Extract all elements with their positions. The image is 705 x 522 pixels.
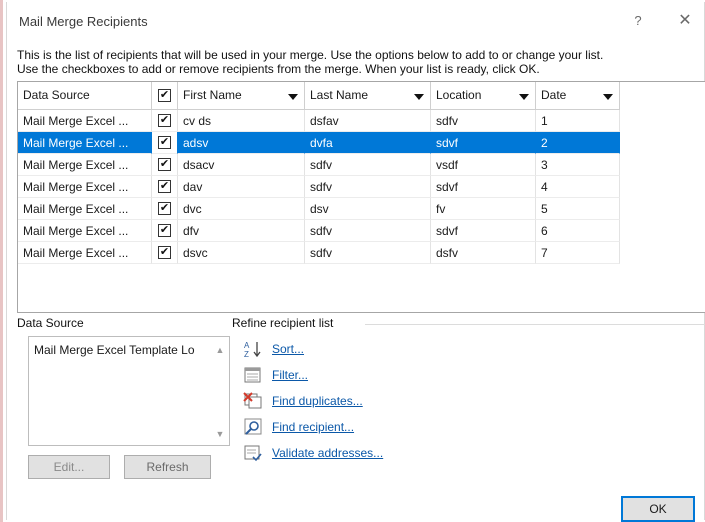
row-location: dsfv — [431, 242, 536, 264]
column-header-location[interactable]: Location — [431, 82, 536, 110]
title-bar: Mail Merge Recipients ? ✕ — [7, 2, 704, 42]
sort-az-icon: A Z — [244, 341, 261, 358]
find-duplicates-icon — [243, 392, 262, 409]
table-row[interactable]: Mail Merge Excel ... ✔ dsvc sdfv dsfv 7 — [18, 242, 620, 264]
scroll-up-icon[interactable]: ▲ — [215, 345, 225, 355]
row-checkbox[interactable]: ✔ — [158, 246, 171, 259]
select-all-checkbox[interactable]: ✔ — [158, 89, 171, 102]
validate-addresses-link[interactable]: Validate addresses... — [272, 446, 383, 460]
sort-link[interactable]: Sort... — [272, 342, 304, 356]
instructions-line-2: Use the checkboxes to add or remove reci… — [17, 62, 540, 76]
find-recipient-icon — [244, 418, 262, 435]
row-last-name: sdfv — [305, 242, 431, 264]
window-edge — [0, 0, 3, 522]
row-last-name: sdfv — [305, 154, 431, 176]
column-header-first-name[interactable]: First Name — [178, 82, 305, 110]
row-last-name: sdfv — [305, 176, 431, 198]
row-date: 5 — [536, 198, 620, 220]
row-checkbox[interactable]: ✔ — [158, 136, 171, 149]
column-header-data-source[interactable]: Data Source — [18, 82, 152, 110]
row-date: 3 — [536, 154, 620, 176]
refine-divider — [365, 324, 705, 325]
instructions-line-1: This is the list of recipients that will… — [17, 48, 604, 62]
scroll-down-icon[interactable]: ▼ — [215, 429, 225, 439]
data-source-label: Data Source — [17, 316, 88, 330]
row-location: sdfv — [431, 110, 536, 132]
recipients-table[interactable]: Data Source ✔ First Name Last Name Locat… — [17, 81, 705, 313]
close-button[interactable]: ✕ — [676, 12, 694, 30]
filter-icon — [244, 367, 261, 383]
table-row[interactable]: Mail Merge Excel ... ✔ dav sdfv sdvf 4 — [18, 176, 620, 198]
edit-button[interactable]: Edit... — [28, 455, 110, 479]
row-last-name: sdfv — [305, 220, 431, 242]
row-location: fv — [431, 198, 536, 220]
row-checkbox[interactable]: ✔ — [158, 158, 171, 171]
row-location: sdvf — [431, 132, 536, 154]
row-checkbox[interactable]: ✔ — [158, 224, 171, 237]
row-first-name: dvc — [178, 198, 305, 220]
row-data-source: Mail Merge Excel ... — [18, 220, 152, 242]
row-date: 7 — [536, 242, 620, 264]
row-date: 4 — [536, 176, 620, 198]
row-data-source: Mail Merge Excel ... — [18, 154, 152, 176]
column-header-date[interactable]: Date — [536, 82, 620, 110]
filter-link[interactable]: Filter... — [272, 368, 308, 382]
table-row[interactable]: Mail Merge Excel ... ✔ dvc dsv fv 5 — [18, 198, 620, 220]
ok-button[interactable]: OK — [621, 496, 695, 522]
row-first-name: dsacv — [178, 154, 305, 176]
row-location: vsdf — [431, 154, 536, 176]
row-data-source: Mail Merge Excel ... — [18, 198, 152, 220]
refresh-button[interactable]: Refresh — [124, 455, 211, 479]
instructions-text: This is the list of recipients that will… — [17, 48, 697, 76]
row-last-name: dvfa — [305, 132, 431, 154]
help-button[interactable]: ? — [629, 12, 647, 30]
svg-text:A: A — [244, 341, 250, 350]
mail-merge-recipients-dialog: Mail Merge Recipients ? ✕ This is the li… — [6, 2, 705, 522]
row-first-name: cv ds — [178, 110, 305, 132]
row-first-name: dfv — [178, 220, 305, 242]
row-date: 6 — [536, 220, 620, 242]
first-name-dropdown-icon[interactable] — [288, 94, 298, 100]
svg-text:Z: Z — [244, 350, 249, 358]
column-header-select-all[interactable]: ✔ — [152, 82, 178, 110]
table-row[interactable]: Mail Merge Excel ... ✔ cv ds dsfav sdfv … — [18, 110, 620, 132]
table-row[interactable]: Mail Merge Excel ... ✔ dfv sdfv sdvf 6 — [18, 220, 620, 242]
row-location: sdvf — [431, 176, 536, 198]
table-row-selected[interactable]: Mail Merge Excel ... ✔ adsv dvfa sdvf 2 — [18, 132, 620, 154]
row-checkbox[interactable]: ✔ — [158, 114, 171, 127]
last-name-dropdown-icon[interactable] — [414, 94, 424, 100]
row-first-name: dsvc — [178, 242, 305, 264]
column-header-last-name[interactable]: Last Name — [305, 82, 431, 110]
row-checkbox[interactable]: ✔ — [158, 202, 171, 215]
table-row[interactable]: Mail Merge Excel ... ✔ dsacv sdfv vsdf 3 — [18, 154, 620, 176]
find-duplicates-link[interactable]: Find duplicates... — [272, 394, 363, 408]
row-first-name: dav — [178, 176, 305, 198]
row-location: sdvf — [431, 220, 536, 242]
row-checkbox[interactable]: ✔ — [158, 180, 171, 193]
find-recipient-link[interactable]: Find recipient... — [272, 420, 354, 434]
row-first-name: adsv — [178, 132, 305, 154]
row-data-source: Mail Merge Excel ... — [18, 110, 152, 132]
validate-addresses-icon — [244, 445, 262, 462]
dialog-title: Mail Merge Recipients — [19, 14, 148, 29]
data-source-listbox[interactable]: Mail Merge Excel Template Lo ▲ ▼ — [28, 336, 230, 446]
row-date: 1 — [536, 110, 620, 132]
row-data-source: Mail Merge Excel ... — [18, 242, 152, 264]
row-data-source: Mail Merge Excel ... — [18, 176, 152, 198]
table-header: Data Source ✔ First Name Last Name Locat… — [18, 82, 620, 110]
location-dropdown-icon[interactable] — [519, 94, 529, 100]
data-source-item[interactable]: Mail Merge Excel Template Lo — [34, 343, 206, 357]
date-dropdown-icon[interactable] — [603, 94, 613, 100]
row-last-name: dsv — [305, 198, 431, 220]
row-data-source: Mail Merge Excel ... — [18, 132, 152, 154]
refine-recipient-list-label: Refine recipient list — [232, 316, 338, 330]
row-last-name: dsfav — [305, 110, 431, 132]
row-date: 2 — [536, 132, 620, 154]
